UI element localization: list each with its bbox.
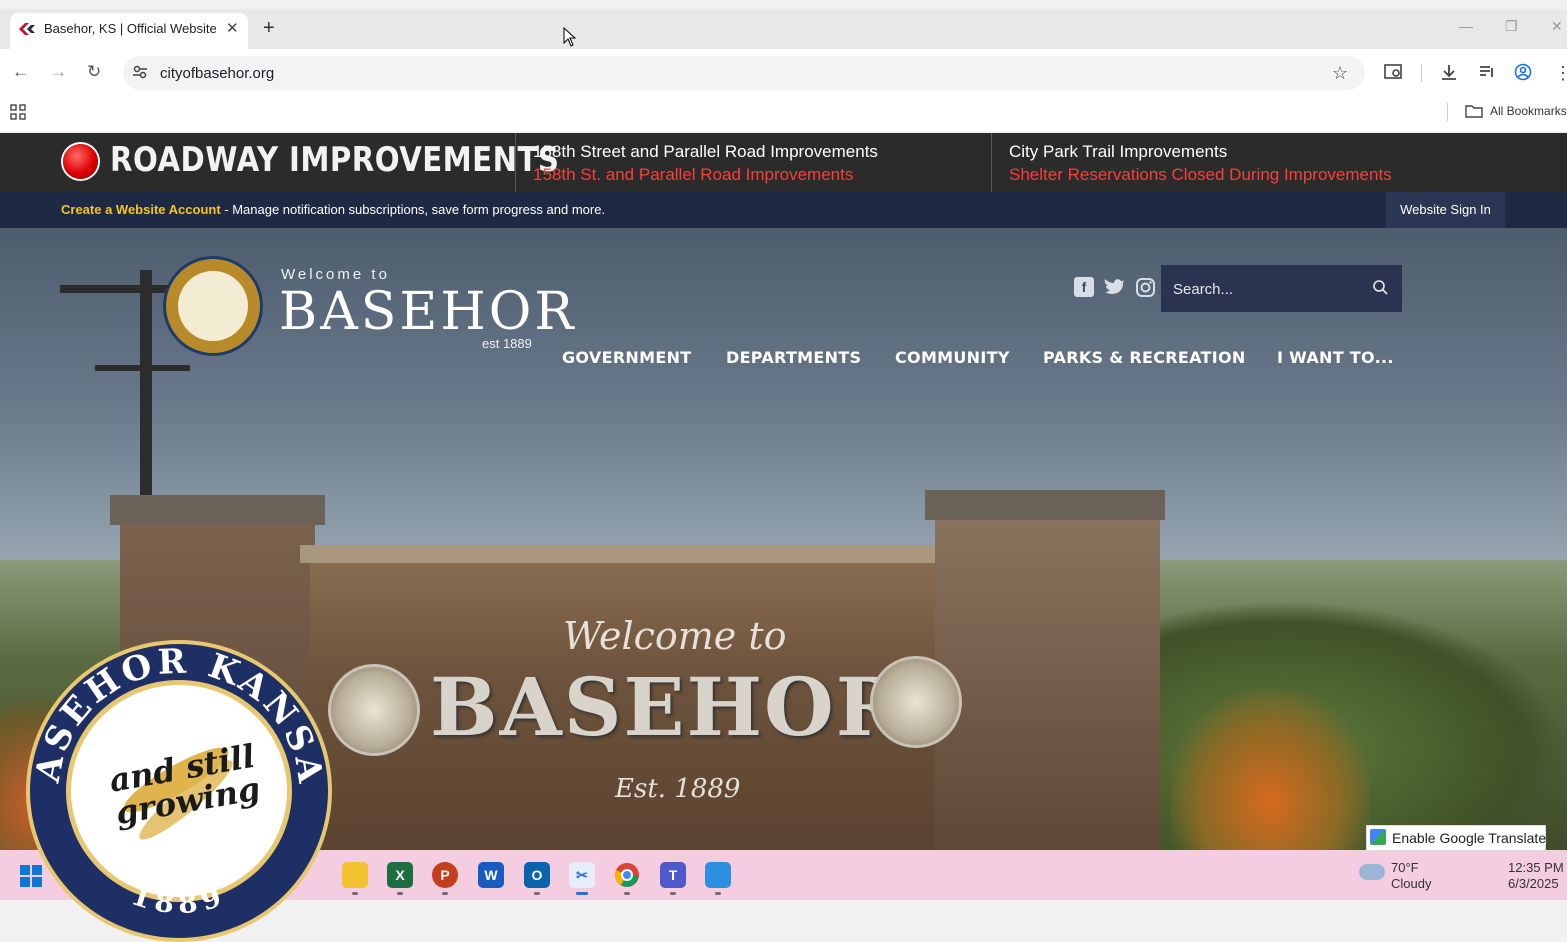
sign-pillar-right: [935, 500, 1160, 850]
search-icon[interactable]: [1372, 279, 1388, 295]
sign-pillar-cap: [925, 490, 1165, 520]
twitter-icon[interactable]: [1104, 278, 1126, 296]
close-tab-icon[interactable]: ✕: [226, 19, 239, 37]
logo-welcome-text: Welcome to: [281, 266, 390, 283]
clock-date[interactable]: 6/3/2025: [1508, 876, 1559, 891]
bookmark-star-icon[interactable]: ☆: [1332, 63, 1348, 84]
taskbar-running-indicator: [397, 892, 403, 895]
nav-i-want-to[interactable]: I WANT TO...: [1277, 348, 1394, 367]
instagram-icon[interactable]: [1136, 278, 1155, 297]
alert-divider: [991, 133, 992, 192]
site-info-icon[interactable]: [132, 64, 148, 80]
logo-est-text: est 1889: [482, 336, 532, 351]
toolbar-separator: [1421, 64, 1422, 82]
menu-kebab-icon[interactable]: ⋮: [1554, 63, 1567, 84]
folder-icon: [1465, 105, 1483, 118]
profile-icon[interactable]: [1514, 63, 1532, 81]
bookmarks-separator: [1447, 103, 1448, 121]
site-favicon-icon: [19, 23, 35, 35]
google-translate-icon: [1370, 829, 1386, 845]
sign-welcome-text: Welcome to: [563, 614, 787, 658]
word-icon[interactable]: W: [478, 862, 504, 888]
sign-city-name: BASEHOR: [430, 660, 905, 754]
alert-title: ROADWAY IMPROVEMENTS: [110, 140, 560, 180]
logo-city-name[interactable]: BASEHOR: [279, 282, 576, 342]
url-text[interactable]: cityofbasehor.org: [160, 65, 274, 82]
nav-parks-recreation[interactable]: PARKS & RECREATION: [1043, 348, 1246, 367]
account-message: Create a Website Account - Manage notifi…: [61, 202, 605, 217]
search-input[interactable]: [1171, 274, 1365, 304]
alert-item-heading: City Park Trail Improvements: [1009, 142, 1228, 161]
welcome-sign-cap: [300, 545, 960, 563]
svg-text:1889: 1889: [127, 878, 231, 920]
lens-icon[interactable]: [1384, 63, 1404, 81]
hero-flowers: [1170, 690, 1370, 850]
weather-temp[interactable]: 70°F: [1391, 860, 1419, 875]
new-tab-icon[interactable]: +: [263, 17, 275, 40]
utility-pole-crossarm: [95, 365, 190, 371]
minimize-icon[interactable]: —: [1459, 18, 1473, 34]
back-icon[interactable]: ←: [12, 62, 29, 82]
teams-icon[interactable]: T: [660, 862, 686, 888]
google-translate-label[interactable]: Enable Google Translate: [1392, 830, 1546, 846]
alert-divider: [515, 133, 516, 192]
alert-item-heading: 158th Street and Parallel Road Improveme…: [533, 142, 878, 161]
alert-item-link[interactable]: 158th St. and Parallel Road Improvements: [533, 165, 853, 185]
weather-cloud-icon[interactable]: [1359, 864, 1385, 880]
sign-seal-right-icon: [870, 656, 962, 748]
website-sign-in-button[interactable]: Website Sign In: [1386, 192, 1505, 228]
alert-dot-icon: [63, 144, 98, 179]
nav-departments[interactable]: DEPARTMENTS: [726, 348, 861, 367]
chrome-icon[interactable]: [614, 862, 640, 888]
nav-community[interactable]: COMMUNITY: [895, 348, 1010, 367]
snipping-tool-icon[interactable]: ✂: [569, 862, 595, 888]
nav-government[interactable]: GOVERNMENT: [562, 348, 691, 367]
taskbar-running-indicator: [442, 892, 448, 895]
outlook-icon[interactable]: O: [524, 862, 550, 888]
excel-icon[interactable]: X: [387, 862, 413, 888]
photos-icon[interactable]: [705, 862, 731, 888]
download-icon[interactable]: [1440, 63, 1458, 81]
taskbar-running-indicator: [534, 892, 540, 895]
address-bar[interactable]: [123, 56, 1365, 90]
taskbar-running-indicator: [624, 892, 630, 895]
close-window-icon[interactable]: ✕: [1551, 18, 1563, 35]
forward-icon[interactable]: →: [50, 62, 67, 82]
media-control-icon[interactable]: [1478, 63, 1496, 81]
mouse-cursor-icon: [563, 27, 577, 47]
alert-item-link[interactable]: Shelter Reservations Closed During Impro…: [1009, 165, 1392, 185]
sign-est-text: Est. 1889: [615, 774, 741, 804]
tab-title: Basehor, KS | Official Website: [44, 21, 217, 36]
taskbar-running-indicator: [352, 892, 358, 895]
create-account-link[interactable]: Create a Website Account: [61, 202, 221, 217]
taskbar-active-indicator: [576, 892, 588, 895]
restore-icon[interactable]: ❐: [1505, 18, 1518, 35]
apps-grid-icon[interactable]: [10, 104, 26, 120]
utility-pole: [140, 270, 152, 510]
taskbar-running-indicator: [670, 892, 676, 895]
sign-pillar-cap: [110, 495, 325, 525]
bookmarks-bar: [0, 95, 1567, 131]
file-explorer-icon[interactable]: [342, 862, 368, 888]
facebook-icon[interactable]: f: [1074, 277, 1094, 297]
sign-seal-left-icon: [328, 664, 420, 756]
powerpoint-icon[interactable]: P: [432, 862, 458, 888]
all-bookmarks[interactable]: All Bookmarks: [1490, 104, 1567, 118]
clock-time[interactable]: 12:35 PM: [1508, 860, 1564, 875]
taskbar-running-indicator: [715, 892, 721, 895]
weather-condition[interactable]: Cloudy: [1391, 876, 1431, 891]
account-description: - Manage notification subscriptions, sav…: [220, 202, 606, 217]
city-seal-logo-center: [178, 271, 248, 341]
reload-icon[interactable]: ↻: [87, 62, 101, 82]
